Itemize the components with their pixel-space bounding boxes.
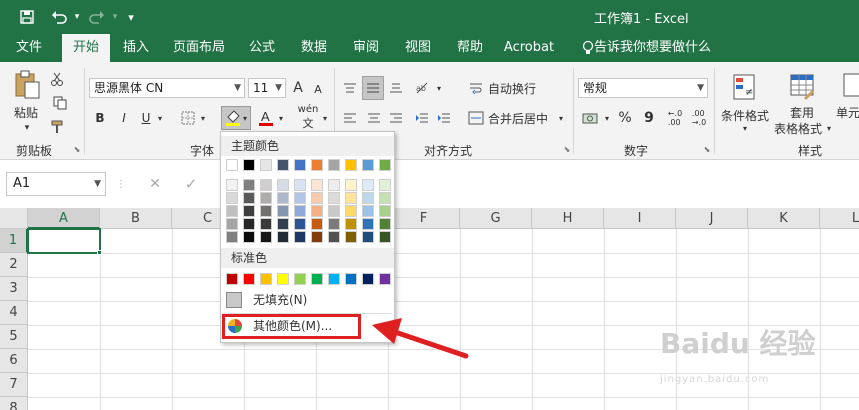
watermark-url: jingyan.baidu.com [660, 374, 770, 385]
excel-window: ▾ ▾ ▾ 工作簿1 - Excel 文件 开始 插入 页面布局 公式 数据 审… [0, 0, 859, 410]
watermark-brand: Baidu 经验 [660, 327, 816, 360]
